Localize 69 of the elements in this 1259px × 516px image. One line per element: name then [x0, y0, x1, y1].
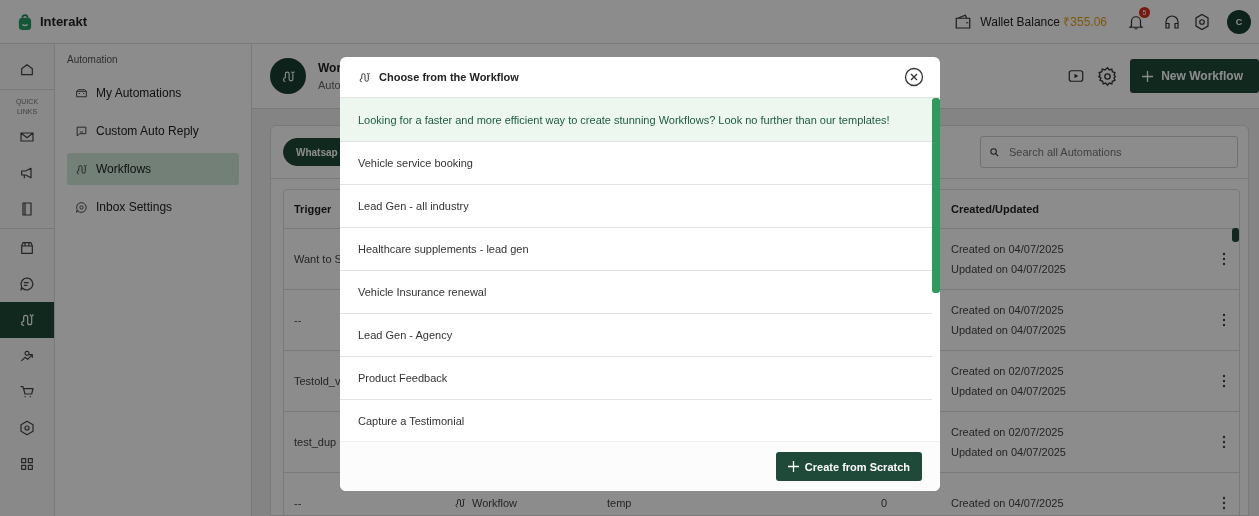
sidebar-item[interactable]: My Automations	[67, 77, 239, 109]
table-cell: temp	[607, 497, 632, 509]
template-item[interactable]: Product Feedback	[340, 357, 932, 400]
sidebar-heading: Automation	[67, 54, 119, 65]
updated-date: Updated on 04/07/2025	[951, 385, 1067, 397]
table-cell: --	[294, 497, 302, 509]
user-avatar[interactable]: C	[1227, 9, 1251, 34]
bag-logo-icon	[18, 12, 32, 31]
video-icon[interactable]	[1067, 67, 1086, 85]
created-date: Created on 04/07/2025	[951, 304, 1065, 316]
table-cell: Workflow	[442, 497, 607, 509]
cart-icon[interactable]	[19, 383, 35, 400]
chat-icon[interactable]	[19, 275, 35, 292]
book-icon[interactable]	[19, 200, 35, 217]
plus-icon	[787, 461, 799, 472]
new-workflow-button[interactable]: New Workflow	[1130, 59, 1259, 93]
workflow-avatar-icon	[270, 58, 306, 94]
template-item[interactable]: Healthcare supplements - lead gen	[340, 228, 932, 271]
scrollbar-thumb[interactable]	[1232, 228, 1239, 242]
sidebar-item[interactable]: Custom Auto Reply	[67, 115, 239, 147]
updated-date: Updated on 04/07/2025	[951, 446, 1067, 458]
chat-settings-icon	[75, 200, 88, 214]
page-subtitle: Auto	[318, 79, 342, 91]
brand-name: Interakt	[40, 14, 87, 29]
updated-date: Updated on 04/07/2025	[951, 324, 1067, 336]
sidebar-item[interactable]: Workflows	[67, 153, 239, 185]
more-options-icon[interactable]	[1222, 252, 1226, 266]
create-from-scratch-button[interactable]: Create from Scratch	[775, 452, 922, 481]
dialog-title: Choose from the Workflow	[379, 71, 519, 83]
home-icon[interactable]	[19, 62, 35, 78]
wallet-balance: Wallet Balance ₹355.06	[980, 14, 1107, 30]
headset-icon[interactable]	[1163, 12, 1181, 31]
store-icon[interactable]	[19, 239, 35, 256]
more-options-icon[interactable]	[1222, 496, 1226, 510]
created-date: Created on 04/07/2025	[951, 497, 1065, 509]
more-options-icon[interactable]	[1222, 435, 1226, 449]
close-icon[interactable]	[904, 67, 924, 87]
updated-date: Updated on 04/07/2025	[951, 263, 1067, 275]
more-options-icon[interactable]	[1222, 313, 1226, 327]
search-field[interactable]: Search all Automations	[980, 136, 1238, 168]
template-item[interactable]: Vehicle service booking	[340, 142, 932, 185]
settings-icon[interactable]	[1193, 12, 1211, 31]
column-header: Trigger	[294, 203, 332, 215]
table-cell: test_dup	[294, 436, 337, 448]
template-item[interactable]: Vehicle Insurance renewal	[340, 271, 932, 314]
table-cell: Testold_v	[294, 375, 341, 387]
created-date: Created on 02/07/2025	[951, 365, 1065, 377]
table-cell: --	[294, 314, 302, 326]
settings-icon[interactable]	[19, 419, 35, 436]
template-item[interactable]: Lead Gen - all industry	[340, 185, 932, 228]
workflow-icon	[75, 162, 88, 176]
more-options-icon[interactable]	[1222, 374, 1226, 388]
settings-icon[interactable]	[1097, 65, 1119, 87]
plus-icon	[1142, 70, 1154, 82]
created-date: Created on 04/07/2025	[951, 243, 1065, 255]
column-header: Created/Updated	[951, 203, 1041, 215]
page-title: Wor	[318, 61, 342, 75]
info-banner: Looking for a faster and more efficient way to create stunning Workflows? Look no further than our templates!	[340, 98, 932, 142]
template-item[interactable]: Lead Gen - Agency	[340, 314, 932, 357]
sidebar-item[interactable]: Inbox Settings	[67, 191, 239, 223]
wallet-icon	[954, 12, 973, 31]
workflow-icon	[358, 70, 371, 84]
workflow-icon	[454, 497, 466, 509]
grid-icon[interactable]	[19, 455, 35, 472]
table-cell: 0	[880, 497, 888, 509]
created-date: Created on 02/07/2025	[951, 426, 1065, 438]
rail-item[interactable]	[0, 301, 54, 338]
workflow-icon[interactable]	[19, 311, 35, 328]
scrollbar-thumb[interactable]	[932, 98, 940, 293]
